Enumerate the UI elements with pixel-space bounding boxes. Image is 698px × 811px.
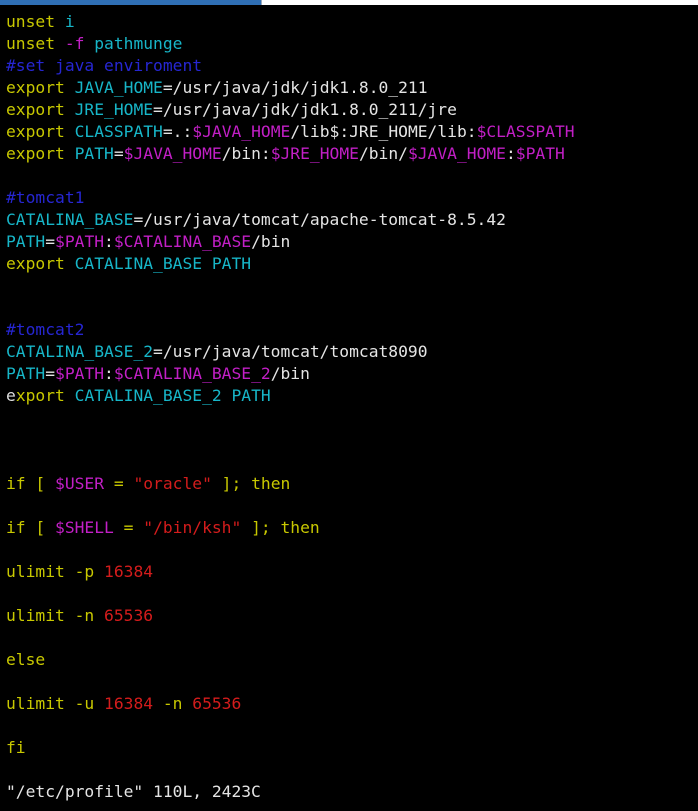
code-token: ]; then xyxy=(211,474,291,493)
code-token: CLASSPATH xyxy=(74,122,163,141)
code-line: PATH=$PATH:$CATALINA_BASE/bin xyxy=(6,232,290,252)
code-token: 65536 xyxy=(192,694,242,713)
code-token: pathmunge xyxy=(84,34,183,53)
code-token: export xyxy=(6,122,75,141)
code-token: $SHELL xyxy=(55,518,114,537)
code-token: unset xyxy=(6,12,65,31)
code-token: i xyxy=(64,12,75,31)
code-token: PATH xyxy=(74,144,114,163)
code-token: 16384 xyxy=(104,562,154,581)
code-token: else xyxy=(6,650,46,669)
code-token: #tomcat1 xyxy=(6,188,85,207)
code-token: /bin: xyxy=(221,144,271,163)
code-line: export PATH=$JAVA_HOME/bin:$JRE_HOME/bin… xyxy=(6,144,565,164)
code-token: -n xyxy=(153,694,193,713)
status-line: "/etc/profile" 110L, 2423C xyxy=(6,782,261,802)
code-line: if [ $USER = "oracle" ]; then xyxy=(6,474,290,494)
code-line: PATH=$PATH:$CATALINA_BASE_2/bin xyxy=(6,364,310,384)
code-token: /bin xyxy=(270,364,310,383)
code-token: = xyxy=(45,364,56,383)
code-line: export CLASSPATH=.:$JAVA_HOME/lib$:JRE_H… xyxy=(6,122,575,142)
code-token: PATH xyxy=(6,232,46,251)
code-line: else xyxy=(6,650,45,670)
code-token: $JAVA_HOME xyxy=(123,144,222,163)
code-token: /bin/ xyxy=(358,144,408,163)
code-token: "oracle" xyxy=(133,474,212,493)
code-token: -f xyxy=(64,34,85,53)
code-token: $CLASSPATH xyxy=(476,122,575,141)
code-token: 65536 xyxy=(104,606,154,625)
code-token: : xyxy=(104,364,114,383)
code-token: CATALINA_BASE_2 PATH xyxy=(74,386,271,405)
text-cursor: e xyxy=(6,386,16,405)
code-line: ulimit -n 65536 xyxy=(6,606,153,626)
code-token: export xyxy=(6,254,75,273)
code-token: = xyxy=(104,474,134,493)
code-token: ]; then xyxy=(241,518,320,537)
code-token: #tomcat2 xyxy=(6,320,85,339)
code-token: $CATALINA_BASE xyxy=(113,232,252,251)
code-token: =.: xyxy=(162,122,193,141)
code-token: ulimit -n xyxy=(6,606,105,625)
code-token: if [ xyxy=(6,474,56,493)
code-token: $PATH xyxy=(515,144,565,163)
code-line: ulimit -u 16384 -n 65536 xyxy=(6,694,241,714)
code-token: =/usr/java/tomcat/apache-tomcat-8.5.42 xyxy=(133,210,506,229)
code-line: CATALINA_BASE=/usr/java/tomcat/apache-to… xyxy=(6,210,506,230)
code-line: #tomcat2 xyxy=(6,320,84,340)
code-token: $JRE_HOME xyxy=(270,144,359,163)
code-line: export JAVA_HOME=/usr/java/jdk/jdk1.8.0_… xyxy=(6,78,428,98)
code-token: fi xyxy=(6,738,26,757)
code-token: /lib$:JRE_HOME/lib: xyxy=(290,122,477,141)
code-line: ulimit -p 16384 xyxy=(6,562,153,582)
code-line: unset i xyxy=(6,12,75,32)
code-line: export CATALINA_BASE_2 PATH xyxy=(6,386,271,406)
code-token: export xyxy=(6,100,75,119)
code-token: $CATALINA_BASE_2 xyxy=(113,364,271,383)
code-token: CATALINA_BASE xyxy=(6,210,134,229)
code-line: CATALINA_BASE_2=/usr/java/tomcat/tomcat8… xyxy=(6,342,428,362)
code-token: ulimit -p xyxy=(6,562,105,581)
code-token: JRE_HOME xyxy=(74,100,154,119)
code-token: PATH xyxy=(6,364,46,383)
code-token: = xyxy=(113,144,124,163)
code-token: export xyxy=(6,144,75,163)
code-token: #set java enviroment xyxy=(6,56,203,75)
code-token: =/usr/java/tomcat/tomcat8090 xyxy=(153,342,428,361)
code-token: $PATH xyxy=(55,364,105,383)
code-line: export JRE_HOME=/usr/java/jdk/jdk1.8.0_2… xyxy=(6,100,457,120)
code-token: = xyxy=(45,232,56,251)
code-token: /bin xyxy=(251,232,291,251)
code-token: : xyxy=(505,144,516,163)
code-token: $JAVA_HOME xyxy=(192,122,291,141)
code-token: CATALINA_BASE_2 xyxy=(6,342,154,361)
code-token: ulimit -u xyxy=(6,694,105,713)
code-line: if [ $SHELL = "/bin/ksh" ]; then xyxy=(6,518,320,538)
vim-editor-buffer[interactable]: unset i unset -f pathmunge #set java envir… xyxy=(6,0,698,811)
code-token: xport xyxy=(15,386,75,405)
code-token: $PATH xyxy=(55,232,105,251)
code-line: export CATALINA_BASE PATH xyxy=(6,254,251,274)
code-token: JAVA_HOME xyxy=(74,78,163,97)
code-token: $JAVA_HOME xyxy=(407,144,506,163)
code-token: if [ xyxy=(6,518,56,537)
terminal-window: unset i unset -f pathmunge #set java envir… xyxy=(0,0,698,811)
code-token: CATALINA_BASE PATH xyxy=(74,254,252,273)
code-token: =/usr/java/jdk/jdk1.8.0_211 xyxy=(162,78,428,97)
code-line: fi xyxy=(6,738,26,758)
code-token: : xyxy=(104,232,114,251)
code-line: #set java enviroment xyxy=(6,56,202,76)
code-token: unset xyxy=(6,34,65,53)
code-token: "/etc/profile" 110L, 2423C xyxy=(6,782,261,801)
code-line: unset -f pathmunge xyxy=(6,34,182,54)
code-token: 16384 xyxy=(104,694,154,713)
code-token: "/bin/ksh" xyxy=(143,518,242,537)
code-token: = xyxy=(113,518,144,537)
code-line: #tomcat1 xyxy=(6,188,84,208)
code-token: export xyxy=(6,78,75,97)
code-token: $USER xyxy=(55,474,105,493)
code-token: =/usr/java/jdk/jdk1.8.0_211/jre xyxy=(153,100,457,119)
